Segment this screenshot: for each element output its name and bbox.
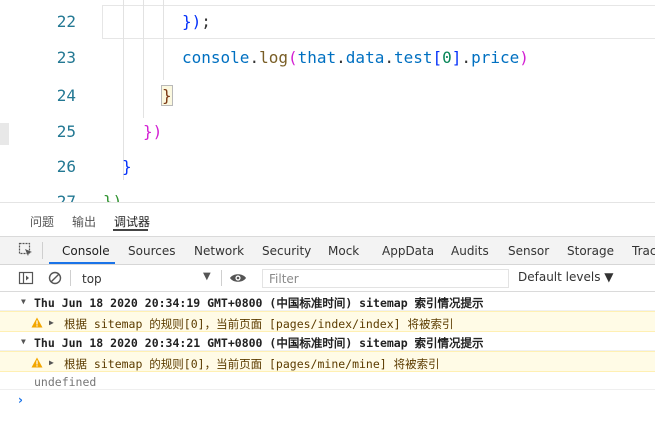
panel-tab-network[interactable]: Network	[194, 244, 244, 258]
warning-icon	[31, 357, 43, 368]
filter-input[interactable]	[262, 269, 509, 288]
warning-icon	[31, 317, 43, 328]
panel-tab-audits[interactable]: Audits	[451, 244, 489, 258]
line-number: 23	[56, 48, 76, 67]
gutter-marker	[0, 123, 9, 145]
toolbar-divider	[221, 270, 222, 286]
collapse-triangle-icon[interactable]: ▼	[21, 337, 26, 346]
sidebar-toggle-icon[interactable]	[18, 270, 34, 286]
context-selector[interactable]: top ▼	[76, 270, 216, 288]
code-line-26[interactable]: }	[122, 157, 132, 176]
expand-triangle-icon[interactable]: ▶	[49, 358, 54, 367]
line-number: 27	[56, 192, 76, 202]
context-value: top	[82, 272, 102, 286]
line-number: 22	[56, 12, 76, 31]
clear-console-icon[interactable]	[47, 270, 63, 286]
line-number: 26	[56, 157, 76, 176]
inspect-element-icon[interactable]	[18, 242, 34, 258]
console-result: undefined	[0, 373, 655, 390]
eye-icon[interactable]	[229, 270, 247, 286]
tab-output[interactable]: 输出	[72, 213, 96, 230]
code-line-23[interactable]: console.log(that.data.test[0].price)	[182, 48, 529, 67]
panel-tab-mock[interactable]: Mock	[328, 244, 359, 258]
console-message[interactable]: ▼ Thu Jun 18 2020 20:34:19 GMT+0800 (中国标…	[0, 293, 655, 311]
code-editor[interactable]: 22 }); 23 console.log(that.data.test[0].…	[0, 0, 655, 202]
toolbar-divider	[70, 270, 71, 286]
panel-tab-security[interactable]: Security	[262, 244, 311, 258]
line-number: 24	[56, 86, 76, 105]
indent-guide	[123, 0, 124, 180]
code-line-24[interactable]: }	[161, 85, 173, 106]
console-message[interactable]: ▼ Thu Jun 18 2020 20:34:21 GMT+0800 (中国标…	[0, 333, 655, 351]
panel-tab-console[interactable]: Console	[62, 244, 110, 258]
panel-tab-sources[interactable]: Sources	[128, 244, 175, 258]
code-line-25[interactable]: })	[143, 122, 162, 141]
console-warning[interactable]: ▶ 根据 sitemap 的规则[0]，当前页面 [pages/mine/min…	[0, 351, 655, 372]
panel-tab-storage[interactable]: Storage	[567, 244, 614, 258]
tab-problems[interactable]: 问题	[30, 213, 54, 230]
indent-guide	[143, 0, 144, 118]
panel-tab-appdata[interactable]: AppData	[382, 244, 434, 258]
tab-debugger[interactable]: 调试器	[114, 213, 150, 230]
dropdown-arrow-icon: ▼	[203, 271, 211, 282]
panel-tab-trace[interactable]: Trace	[632, 244, 655, 258]
console-warning[interactable]: ▶ 根据 sitemap 的规则[0]，当前页面 [pages/index/in…	[0, 311, 655, 332]
toolbar-divider	[42, 242, 43, 259]
line-number: 25	[56, 122, 76, 141]
collapse-triangle-icon[interactable]: ▼	[21, 297, 26, 306]
console-prompt-icon[interactable]: ›	[18, 393, 23, 407]
code-line-22[interactable]: });	[182, 12, 211, 31]
expand-triangle-icon[interactable]: ▶	[49, 318, 54, 327]
indent-guide	[163, 0, 164, 80]
active-panel-indicator	[49, 262, 115, 264]
matching-bracket: }	[161, 85, 173, 106]
active-tab-indicator	[113, 229, 148, 231]
log-levels-dropdown[interactable]: Default levels ▼	[518, 270, 614, 284]
console-input[interactable]	[34, 392, 634, 410]
panel-tab-sensor[interactable]: Sensor	[508, 244, 549, 258]
bottom-panel-tabs	[0, 202, 655, 235]
code-line-27[interactable]: })	[103, 192, 122, 202]
